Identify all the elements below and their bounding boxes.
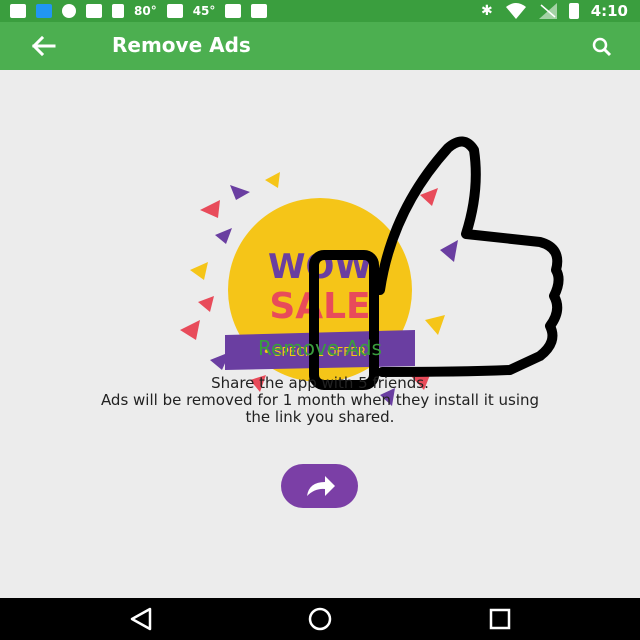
search-icon[interactable] (590, 35, 614, 59)
content-area: WOW SALE • SPECIAL OFFER • Remove Ads Sh… (0, 70, 640, 598)
battery-icon (568, 3, 579, 19)
share-arrow-icon (306, 476, 335, 496)
clock: 4:10 (590, 2, 628, 20)
wifi-icon (505, 3, 526, 19)
satellite-icon (86, 4, 102, 18)
bluetooth-icon: ✱ (480, 3, 493, 19)
briefcase-icon (251, 4, 268, 18)
signal-icon (538, 3, 557, 19)
android-icon (166, 4, 183, 18)
message-icon (10, 4, 26, 18)
description-line-2: Ads will be removed for 1 month when the… (100, 391, 540, 409)
app-bar: Remove Ads (0, 22, 640, 70)
temperature-1: 80° (134, 4, 157, 18)
back-arrow-icon[interactable] (28, 32, 58, 60)
nav-home-icon[interactable] (305, 606, 335, 632)
app-d-icon (36, 4, 52, 18)
description-line-3: the link you shared. (245, 408, 395, 426)
remove-ads-heading: Remove Ads (258, 336, 382, 360)
lock-icon (112, 4, 124, 18)
thumbs-up-overlay (309, 136, 564, 390)
info-icon (62, 4, 76, 18)
share-button[interactable] (281, 464, 358, 508)
navigation-bar (0, 598, 640, 640)
photo-icon (225, 4, 242, 18)
description-line-1: Share the app with 5 friends. (211, 374, 429, 392)
nav-recent-apps-icon[interactable] (485, 606, 515, 632)
temperature-2: 45° (192, 4, 216, 18)
page-title: Remove Ads (112, 33, 251, 57)
description: Share the app with 5 friends. Ads will b… (0, 375, 640, 426)
status-bar: 80° 45° ✱ 4:10 (0, 0, 640, 22)
nav-back-icon[interactable] (126, 606, 156, 632)
